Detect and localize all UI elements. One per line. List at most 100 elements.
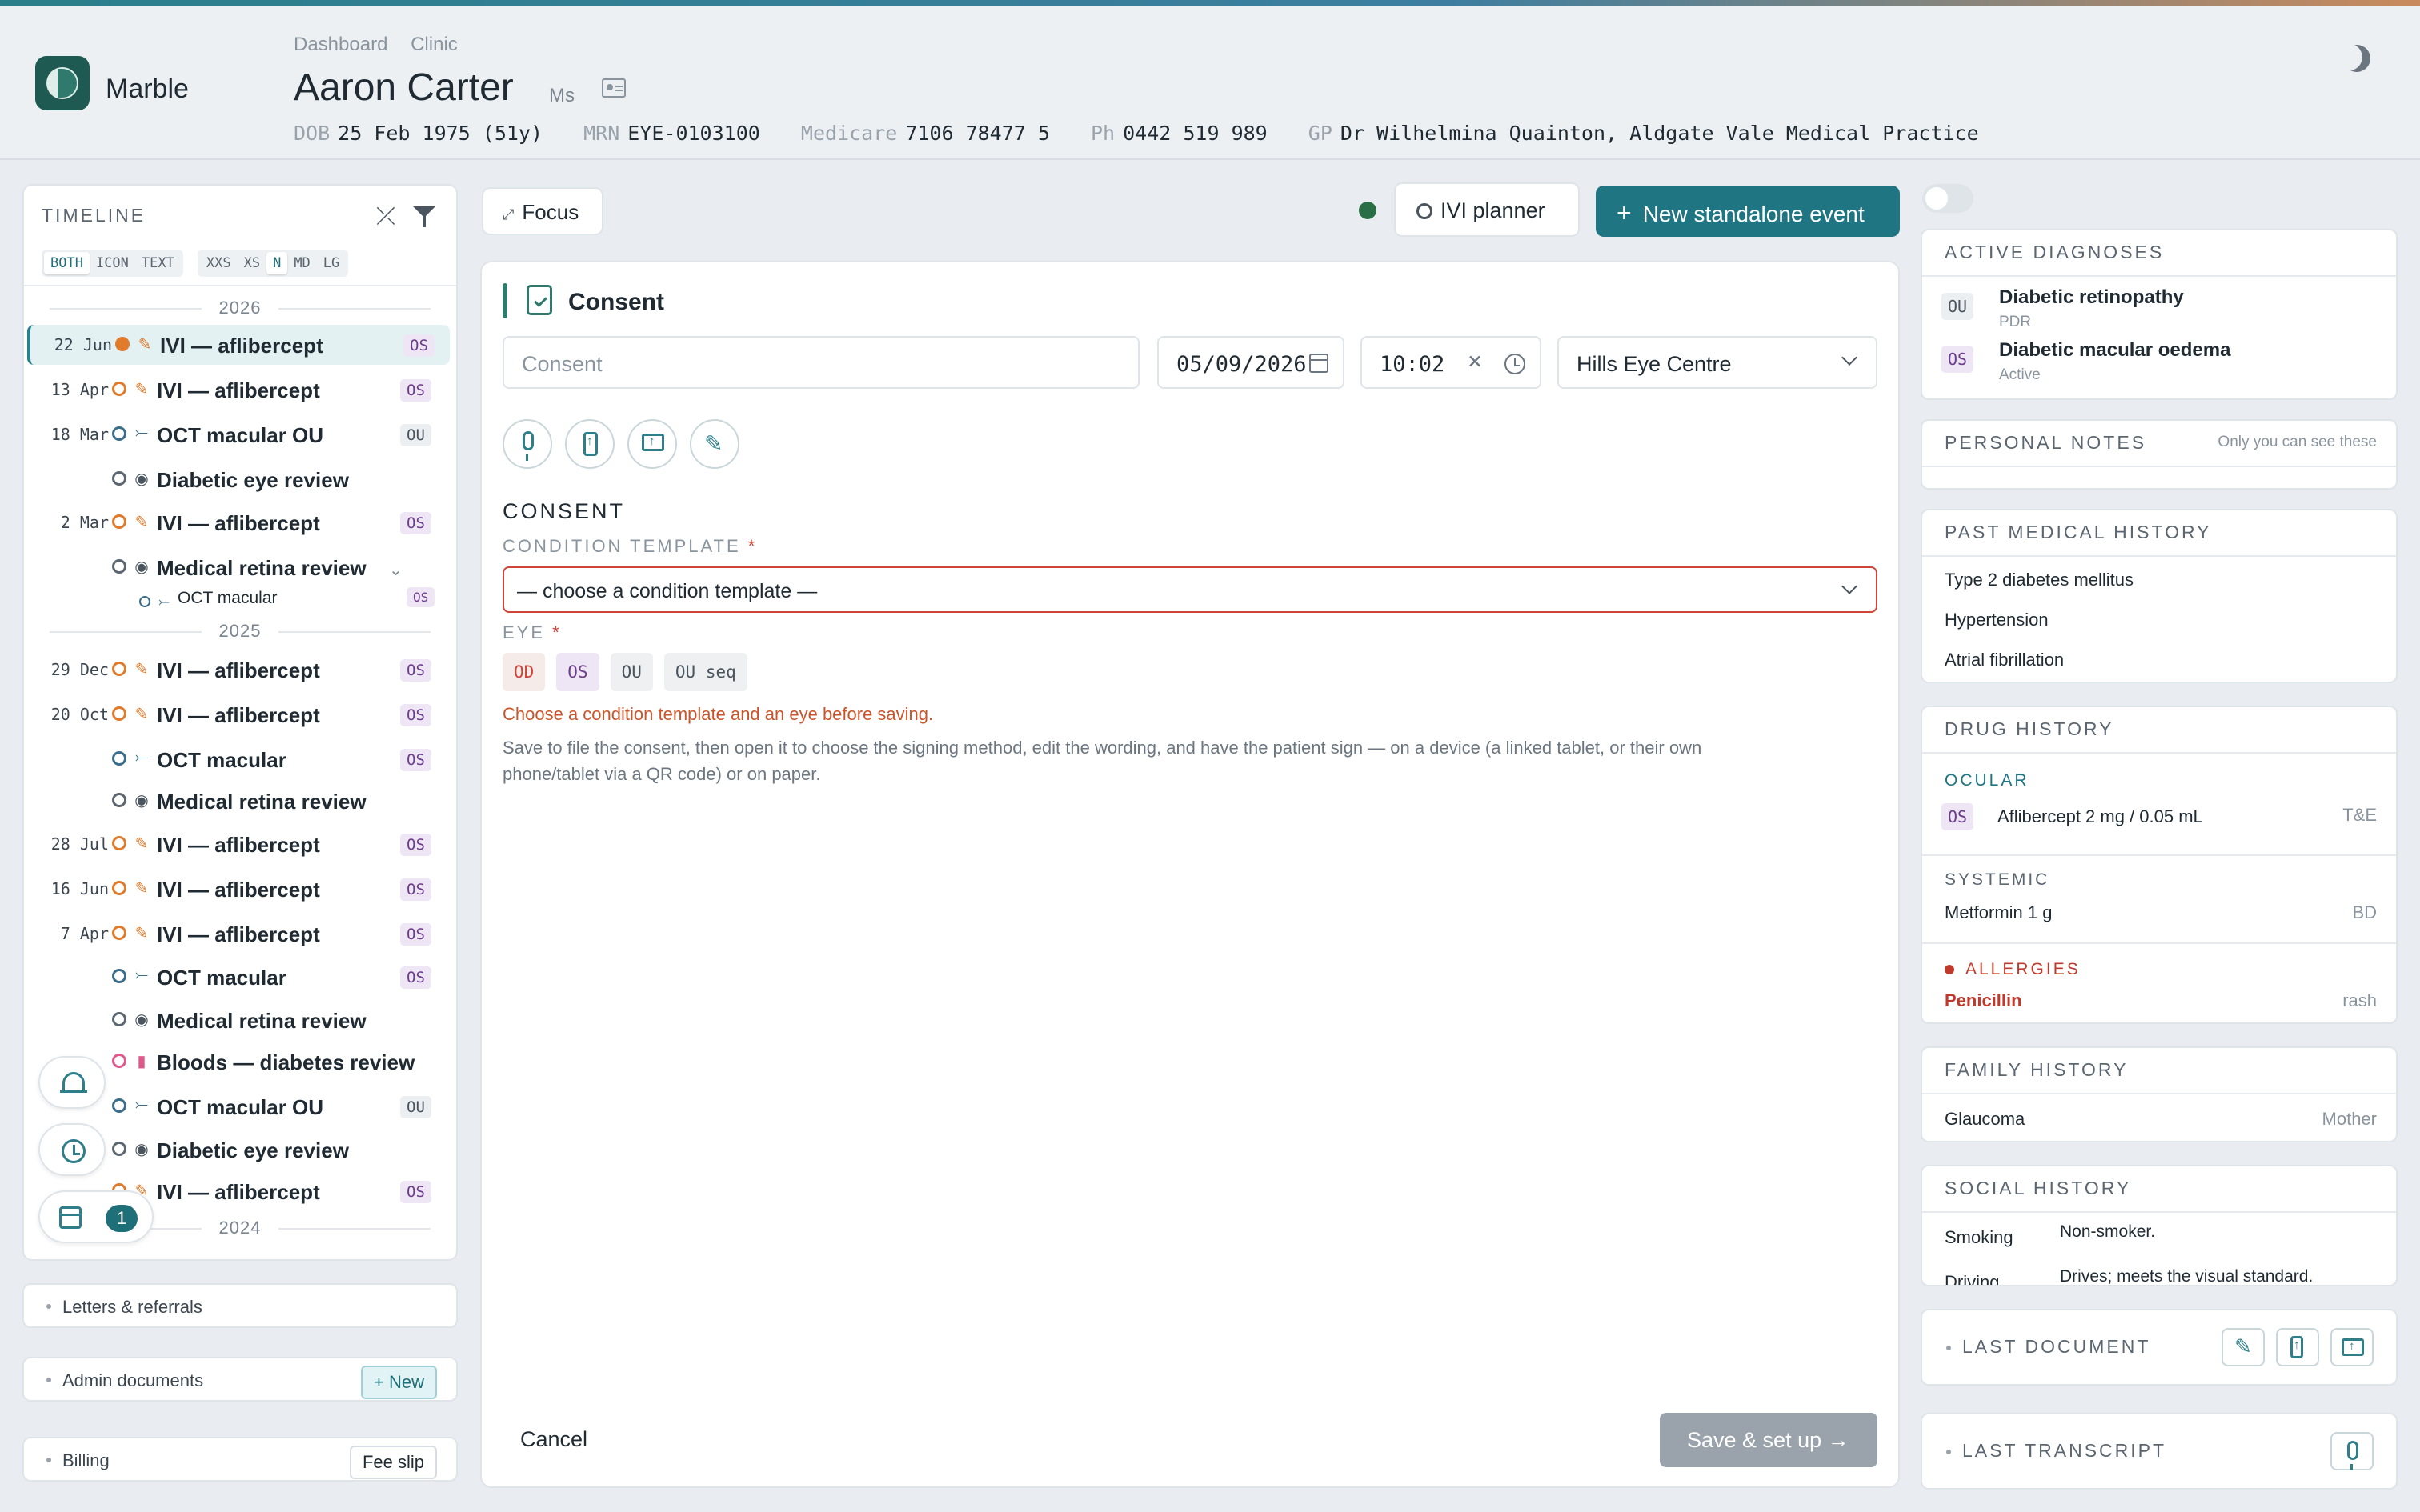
view-mode-icon[interactable]: ICON	[90, 252, 135, 274]
microphone-icon	[2347, 1441, 2358, 1470]
diagnosis-name[interactable]: Diabetic macular oedema	[1999, 339, 2230, 362]
edit-document-button[interactable]: ✎	[2222, 1328, 2265, 1366]
history-clock-icon[interactable]	[38, 1123, 106, 1176]
cancel-button[interactable]: Cancel	[520, 1427, 587, 1452]
diagnosis-subtext: Active	[1999, 366, 2041, 383]
size-md[interactable]: MD	[287, 252, 316, 274]
timeline-item[interactable]: ⤚ OCT macular OS	[27, 739, 450, 779]
title-input[interactable]: Consent	[503, 336, 1140, 389]
time-value: 10:02	[1380, 352, 1445, 377]
size-xxs[interactable]: XXS	[200, 252, 238, 274]
item-label: OCT macular OU	[157, 423, 324, 447]
patient-title: Ms	[549, 85, 575, 106]
tablet-upload-icon	[2290, 1336, 2303, 1358]
timeline-item[interactable]: 22 Jun ✎ IVI — aflibercept OS	[27, 325, 450, 365]
timeline-item[interactable]: 18 Mar ⤚ OCT macular OU OU	[27, 414, 450, 454]
view-mode-text[interactable]: TEXT	[135, 252, 181, 274]
syringe-icon: ✎	[138, 336, 152, 354]
present-screen-button[interactable]	[627, 419, 677, 469]
new-admin-document-button[interactable]: + New	[361, 1366, 437, 1399]
timeline-item[interactable]: 20 Oct ✎ IVI — aflibercept OS	[27, 694, 450, 734]
calendar-button[interactable]: 1	[38, 1190, 154, 1243]
item-label: IVI — aflibercept	[157, 833, 320, 857]
size-n[interactable]: N	[266, 252, 288, 274]
timeline-item[interactable]: 16 Jun ✎ IVI — aflibercept OS	[27, 869, 450, 909]
chevron-down-icon	[1841, 578, 1857, 594]
item-date: 29 Dec	[50, 660, 109, 679]
timeline-item[interactable]: ◉ Medical retina review ⌄	[27, 547, 450, 587]
focus-button[interactable]: ⤢ Focus	[482, 187, 603, 235]
timeline-item[interactable]: 2 Mar ✎ IVI — aflibercept OS	[27, 502, 450, 542]
time-input[interactable]: 10:02 ×	[1360, 336, 1541, 389]
collapse-all-icon[interactable]: ⤫	[376, 203, 395, 230]
timeline-item[interactable]: 29 Dec ✎ IVI — aflibercept OS	[27, 650, 450, 690]
timeline-item[interactable]: 13 Apr ✎ IVI — aflibercept OS	[27, 370, 450, 410]
new-standalone-event-button[interactable]: + New standalone event	[1596, 186, 1900, 237]
eye-option-os[interactable]: OS	[556, 653, 599, 691]
eye-badge: OU	[400, 424, 431, 446]
focus-label: Focus	[522, 200, 579, 224]
send-to-tablet-button[interactable]	[565, 419, 615, 469]
item-label: IVI — aflibercept	[157, 378, 320, 402]
item-label: IVI — aflibercept	[157, 1180, 320, 1204]
admin-documents-section[interactable]: Admin documents + New	[22, 1357, 458, 1402]
marble-logo-icon[interactable]	[35, 56, 90, 110]
sidebar-toggle-switch[interactable]	[1922, 184, 1973, 213]
chevron-down-icon[interactable]: ⌄	[389, 560, 403, 580]
eye-option-ou-seq[interactable]: OU seq	[663, 653, 747, 691]
size-lg[interactable]: LG	[317, 252, 346, 274]
eye-option-ou[interactable]: OU	[610, 653, 653, 691]
present-screen-button[interactable]	[2330, 1328, 2374, 1366]
size-xs[interactable]: XS	[238, 252, 266, 274]
dark-mode-moon-icon[interactable]	[2339, 41, 2374, 76]
condition-template-select[interactable]: — choose a condition template —	[503, 566, 1877, 613]
timeline-title: TIMELINE	[42, 205, 146, 226]
location-select[interactable]: Hills Eye Centre	[1557, 336, 1877, 389]
fee-slip-button[interactable]: Fee slip	[349, 1446, 437, 1479]
allergy-item: Penicillin	[1945, 990, 2022, 1010]
billing-section[interactable]: Billing Fee slip	[22, 1437, 458, 1482]
save-setup-button[interactable]: Save & set up →	[1660, 1413, 1877, 1467]
item-label: IVI — aflibercept	[160, 334, 323, 358]
breadcrumb-dashboard[interactable]: Dashboard	[294, 34, 387, 55]
item-date: 2 Mar	[60, 513, 109, 532]
date-input[interactable]: 05/09/2026	[1157, 336, 1344, 389]
dob-label: DOB	[294, 122, 331, 145]
item-label: OCT macular	[157, 966, 286, 990]
timeline-item[interactable]: ◉ Diabetic eye review	[27, 459, 450, 499]
card-title: ACTIVE DIAGNOSES	[1945, 242, 2165, 262]
filter-icon[interactable]	[413, 206, 435, 227]
last-transcript-card[interactable]: LAST TRANSCRIPT	[1921, 1413, 2398, 1490]
eye-icon: ◉	[134, 1141, 149, 1158]
test-tube-icon: ▮	[137, 1053, 146, 1070]
clear-time-icon[interactable]: ×	[1468, 347, 1482, 375]
mrn-label: MRN	[583, 122, 620, 145]
drug-history-card: DRUG HISTORY OCULAR OS Aflibercept 2 mg …	[1921, 706, 2398, 1024]
transcript-mic-button[interactable]	[2330, 1432, 2374, 1470]
notifications-bell-icon[interactable]	[38, 1056, 106, 1109]
id-card-icon[interactable]	[602, 78, 626, 98]
send-to-tablet-button[interactable]	[2276, 1328, 2319, 1366]
timeline-subitem[interactable]: ⤚ OCT macular OS	[27, 582, 450, 614]
calendar-icon[interactable]	[1309, 354, 1328, 373]
timeline-item[interactable]: ⤚ OCT macular OS	[27, 957, 450, 997]
eye-option-od[interactable]: OD	[503, 653, 546, 691]
plus-icon: +	[1617, 198, 1632, 227]
ivi-planner-button[interactable]: IVI planner	[1394, 182, 1580, 237]
last-document-card[interactable]: LAST DOCUMENT ✎	[1921, 1309, 2398, 1386]
timeline-item[interactable]: ◉ Medical retina review	[27, 1000, 450, 1040]
letters-referrals-section[interactable]: Letters & referrals	[22, 1283, 458, 1328]
condition-template-label: CONDITION TEMPLATE *	[503, 536, 757, 557]
dictate-button[interactable]	[503, 419, 552, 469]
year-separator: 2025	[40, 621, 440, 642]
personal-notes-card[interactable]: PERSONAL NOTES Only you can see these	[1921, 419, 2398, 490]
clock-icon[interactable]	[1504, 354, 1525, 374]
edit-pen-button[interactable]: ✎	[690, 419, 739, 469]
timeline-item[interactable]: ◉ Medical retina review	[27, 781, 450, 821]
timeline-item[interactable]: 7 Apr ✎ IVI — aflibercept OS	[27, 914, 450, 954]
view-mode-both[interactable]: BOTH	[44, 252, 90, 274]
diagnosis-name[interactable]: Diabetic retinopathy	[1999, 286, 2184, 309]
breadcrumb-clinic[interactable]: Clinic	[411, 34, 458, 55]
timeline-item[interactable]: 28 Jul ✎ IVI — aflibercept OS	[27, 824, 450, 864]
item-label: IVI — aflibercept	[157, 922, 320, 946]
